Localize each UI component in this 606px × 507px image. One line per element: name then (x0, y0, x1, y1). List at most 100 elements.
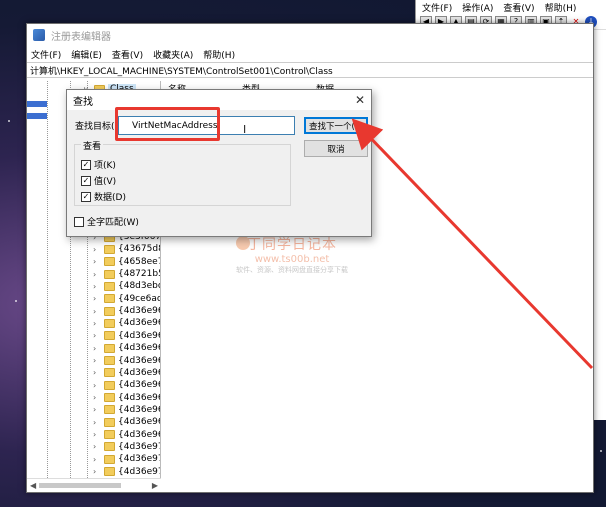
tree-item[interactable]: › {4d36e969 (93, 355, 160, 367)
tree-item[interactable]: › {4d36e967 (93, 330, 160, 342)
chevron-right-icon[interactable]: › (93, 455, 101, 464)
menu-action[interactable]: 操作(A) (462, 1, 493, 14)
scroll-right-icon[interactable]: ▶ (152, 481, 158, 490)
tree-item-label: {48721b56 (118, 269, 160, 280)
menu-view[interactable]: 查看(V) (503, 1, 534, 14)
chevron-right-icon[interactable]: › (93, 430, 101, 439)
option-match-whole[interactable]: 全字匹配(W) (74, 215, 139, 228)
watermark-title: 丁同学日记本 (247, 237, 337, 253)
tree-item[interactable]: › {4d36e972 (93, 466, 160, 478)
look-at-group: 查看 ✓ 项(K) ✓ 值(V) ✓ 数据(D) (74, 139, 291, 206)
tree-item[interactable]: › {4d36e96e (93, 416, 160, 428)
folder-icon (104, 442, 115, 452)
tree-item[interactable]: › {4d36e970 (93, 441, 160, 453)
cancel-button[interactable]: 取消 (304, 140, 368, 157)
tree-item-label: {4d36e96d (118, 404, 160, 415)
chevron-right-icon[interactable]: › (93, 418, 101, 427)
chevron-right-icon[interactable]: › (93, 282, 101, 291)
folder-icon (104, 294, 115, 304)
tree-item-label: {4d36e967 (118, 330, 160, 341)
folder-icon (104, 244, 115, 254)
menu-view[interactable]: 查看(V) (112, 48, 143, 61)
folder-icon (104, 368, 115, 378)
close-icon[interactable]: ✕ (355, 93, 365, 107)
chevron-right-icon[interactable]: › (93, 245, 101, 254)
tree-item[interactable]: › {43675d81 (93, 243, 160, 255)
chevron-right-icon[interactable]: › (93, 319, 101, 328)
background-star (600, 450, 602, 452)
tree-item[interactable]: › {4d36e96c (93, 392, 160, 404)
tree-item-label: {43675d81 (118, 244, 160, 255)
scroll-left-icon[interactable]: ◀ (30, 481, 36, 490)
checkbox-values[interactable]: ✓ (81, 175, 91, 186)
menu-help[interactable]: 帮助(H) (203, 48, 235, 61)
option-data-label: 数据(D) (94, 193, 126, 203)
option-match-whole-label: 全字匹配(W) (87, 218, 139, 228)
folder-icon (104, 281, 115, 291)
option-values[interactable]: ✓ 值(V) (81, 174, 116, 187)
tree-item[interactable]: › {48d3ebc4 (93, 280, 160, 292)
registry-app-icon (33, 29, 45, 41)
chevron-right-icon[interactable]: › (93, 257, 101, 266)
tree-item[interactable]: › {4658ee7e (93, 256, 160, 268)
tree-item-label: {4d36e969 (118, 355, 160, 366)
window-titlebar: 注册表编辑器 (27, 24, 593, 46)
tree-item[interactable]: › {4d36e966 (93, 317, 160, 329)
menu-file[interactable]: 文件(F) (31, 48, 61, 61)
tree-item[interactable]: › {4d36e96a (93, 367, 160, 379)
address-bar[interactable]: 计算机\HKEY_LOCAL_MACHINE\SYSTEM\ControlSet… (27, 62, 593, 78)
option-data[interactable]: ✓ 数据(D) (81, 190, 126, 203)
tree-item[interactable]: › {4d36e96d (93, 404, 160, 416)
tree-selection-marker (27, 113, 47, 119)
tree-item-label: {4d36e96e (118, 417, 160, 428)
tree-item-label: {4d36e971 (118, 454, 160, 465)
menu-file[interactable]: 文件(F) (422, 1, 452, 14)
watermark-logo-icon (236, 236, 250, 250)
tree-selection-marker (27, 101, 47, 107)
menu-edit[interactable]: 编辑(E) (71, 48, 102, 61)
tree-item-label: {4d36e96a (118, 367, 160, 378)
option-keys[interactable]: ✓ 项(K) (81, 158, 116, 171)
tree-horizontal-scrollbar[interactable]: ◀ ▶ (27, 478, 161, 492)
chevron-right-icon[interactable]: › (93, 368, 101, 377)
tree-item[interactable]: › {4d36e971 (93, 453, 160, 465)
tree-item[interactable]: › {4d36e965 (93, 305, 160, 317)
option-keys-label: 项(K) (94, 161, 116, 171)
checkbox-keys[interactable]: ✓ (81, 159, 91, 170)
tree-item[interactable]: › {4d36e96b (93, 379, 160, 391)
find-next-button[interactable]: 查找下一个(F) (304, 117, 368, 134)
checkbox-data[interactable]: ✓ (81, 191, 91, 202)
option-values-label: 值(V) (94, 177, 117, 187)
chevron-right-icon[interactable]: › (93, 331, 101, 340)
folder-icon (104, 269, 115, 279)
chevron-right-icon[interactable]: › (93, 294, 101, 303)
chevron-right-icon[interactable]: › (93, 270, 101, 279)
chevron-right-icon[interactable]: › (93, 307, 101, 316)
tree-item-label: {4d36e96c (118, 392, 160, 403)
folder-icon (104, 405, 115, 415)
checkbox-match-whole[interactable] (74, 216, 84, 227)
menu-help[interactable]: 帮助(H) (545, 1, 577, 14)
scrollbar-thumb[interactable] (39, 483, 121, 488)
chevron-right-icon[interactable]: › (93, 442, 101, 451)
annotation-highlight-box (115, 107, 220, 141)
chevron-right-icon[interactable]: › (93, 381, 101, 390)
menu-favorites[interactable]: 收藏夹(A) (153, 48, 193, 61)
tree-item-label: {4d36e970 (118, 441, 160, 452)
tree-item[interactable]: › {4d36e96f (93, 429, 160, 441)
tree-item-label: {4d36e96b (118, 380, 160, 391)
chevron-right-icon[interactable]: › (93, 393, 101, 402)
background-star (15, 300, 17, 302)
window-title: 注册表编辑器 (51, 31, 111, 43)
tree-item[interactable]: › {49ce6ac8 (93, 293, 160, 305)
tree-item-label: {4d36e968 (118, 343, 160, 354)
chevron-right-icon[interactable]: › (93, 405, 101, 414)
chevron-right-icon[interactable]: › (93, 356, 101, 365)
tree-item[interactable]: › {4d36e968 (93, 342, 160, 354)
tree-item-label: {4658ee7e (118, 256, 160, 267)
tree-item[interactable]: › {48721b56 (93, 268, 160, 280)
chevron-right-icon[interactable]: › (93, 344, 101, 353)
chevron-right-icon[interactable]: › (93, 467, 101, 476)
folder-icon (104, 356, 115, 365)
background-menubar: 文件(F) 操作(A) 查看(V) 帮助(H) (416, 0, 606, 14)
